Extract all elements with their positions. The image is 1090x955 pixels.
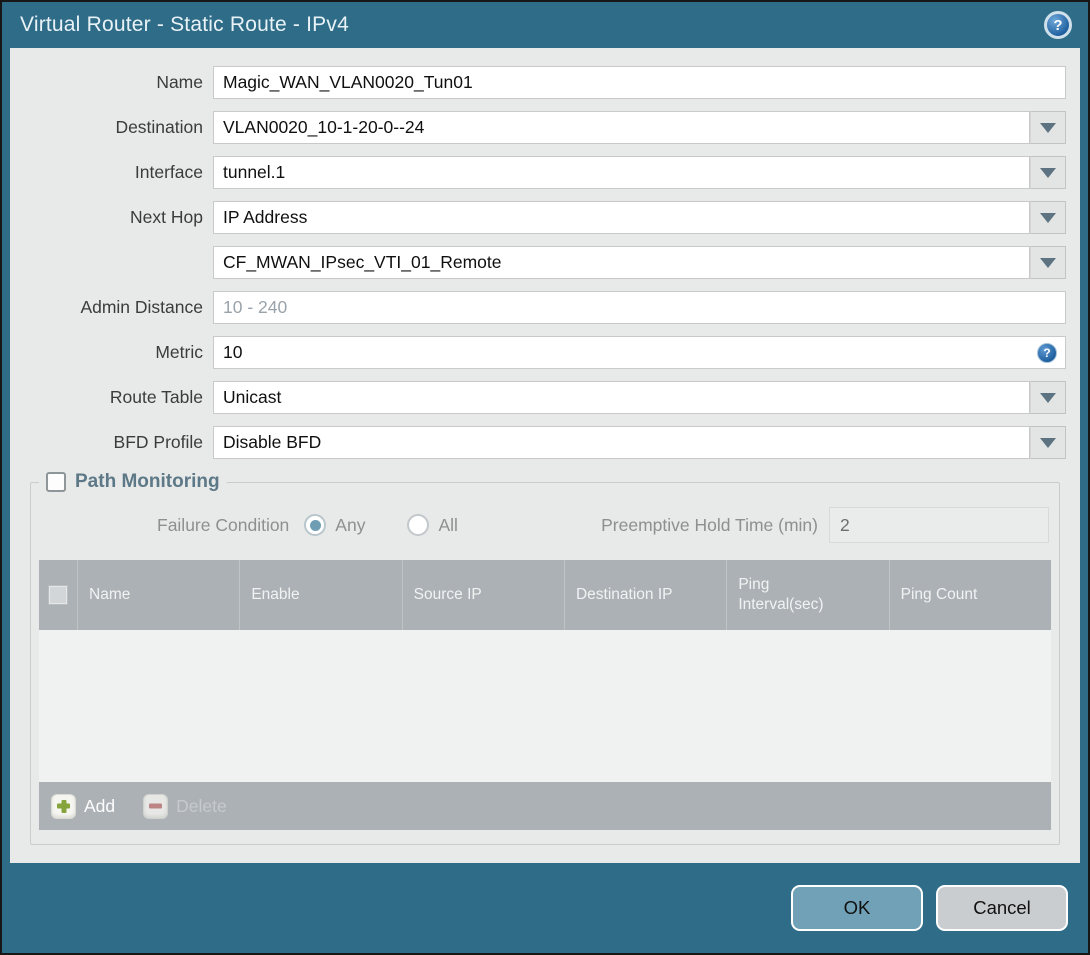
failure-condition-any-label: Any <box>335 514 366 535</box>
form-row-name: Name <box>10 66 1066 99</box>
column-header-enable: Enable <box>239 560 401 630</box>
metric-help-icon[interactable]: ? <box>1037 342 1057 363</box>
name-label: Name <box>156 72 203 92</box>
interface-label: Interface <box>134 162 203 182</box>
form-row-metric: Metric ? <box>10 336 1066 369</box>
table-body-empty <box>39 630 1051 782</box>
chevron-down-icon <box>1040 392 1056 403</box>
delete-button[interactable]: Delete <box>143 793 227 819</box>
form-row-next-hop-address <box>10 246 1066 279</box>
add-button[interactable]: Add <box>51 793 116 819</box>
destination-dropdown-button[interactable] <box>1030 111 1066 144</box>
path-monitoring-legend: Path Monitoring <box>39 471 227 493</box>
failure-condition-label: Failure Condition <box>157 514 290 535</box>
path-monitoring-title: Path Monitoring <box>75 471 220 492</box>
select-all-cell <box>39 560 77 630</box>
table-header-row: Name Enable Source IP Destination IP Pin… <box>39 560 1051 630</box>
failure-condition-all-label: All <box>438 514 458 535</box>
destination-input[interactable] <box>213 111 1030 144</box>
form-row-interface: Interface <box>10 156 1066 189</box>
chevron-down-icon <box>1040 212 1056 223</box>
title-bar: Virtual Router - Static Route - IPv4 ? <box>2 2 1088 48</box>
admin-distance-input[interactable] <box>213 291 1066 324</box>
next-hop-address-input[interactable] <box>213 246 1030 279</box>
name-input[interactable] <box>213 66 1066 99</box>
next-hop-type-input[interactable] <box>213 201 1030 234</box>
column-header-name: Name <box>77 560 239 630</box>
minus-icon <box>143 793 169 819</box>
column-header-ping-count: Ping Count <box>888 560 1051 630</box>
failure-condition-all-radio[interactable] <box>407 514 430 536</box>
column-header-source-ip: Source IP <box>401 560 564 630</box>
path-monitoring-section: Path Monitoring Failure Condition Any Al… <box>30 471 1060 845</box>
delete-button-label: Delete <box>176 795 227 816</box>
column-header-destination-ip: Destination IP <box>563 560 726 630</box>
ok-button[interactable]: OK <box>791 885 923 931</box>
preemptive-hold-time-label: Preemptive Hold Time (min) <box>601 514 818 535</box>
dialog-title: Virtual Router - Static Route - IPv4 <box>20 13 349 36</box>
dialog-window: Virtual Router - Static Route - IPv4 ? N… <box>0 0 1090 955</box>
next-hop-address-dropdown-button[interactable] <box>1030 246 1066 279</box>
failure-condition-any-radio[interactable] <box>304 514 327 536</box>
route-table-label: Route Table <box>109 387 203 407</box>
bfd-profile-label: BFD Profile <box>113 432 203 452</box>
preemptive-hold-time-input[interactable] <box>829 507 1049 543</box>
form-row-destination: Destination <box>10 111 1066 144</box>
path-monitoring-table: Name Enable Source IP Destination IP Pin… <box>39 560 1051 830</box>
form-row-next-hop: Next Hop <box>10 201 1066 234</box>
destination-label: Destination <box>115 117 203 137</box>
interface-dropdown-button[interactable] <box>1030 156 1066 189</box>
metric-label: Metric <box>155 342 203 362</box>
column-header-ping-interval: Ping Interval(sec) <box>726 560 888 630</box>
route-table-dropdown-button[interactable] <box>1030 381 1066 414</box>
cancel-button[interactable]: Cancel <box>936 885 1068 931</box>
dialog-body: Name Destination Interface <box>10 48 1080 863</box>
bfd-profile-input[interactable] <box>213 426 1030 459</box>
dialog-footer: OK Cancel <box>2 863 1088 953</box>
failure-condition-row: Failure Condition Any All Preemptive Hol… <box>39 507 1051 543</box>
chevron-down-icon <box>1040 167 1056 178</box>
next-hop-label: Next Hop <box>130 207 203 227</box>
chevron-down-icon <box>1040 437 1056 448</box>
interface-input[interactable] <box>213 156 1030 189</box>
chevron-down-icon <box>1040 122 1056 133</box>
help-icon[interactable]: ? <box>1044 11 1072 39</box>
admin-distance-label: Admin Distance <box>80 297 203 317</box>
select-all-checkbox[interactable] <box>48 585 68 605</box>
form-row-admin-distance: Admin Distance <box>10 291 1066 324</box>
route-table-input[interactable] <box>213 381 1030 414</box>
chevron-down-icon <box>1040 257 1056 268</box>
form-row-route-table: Route Table <box>10 381 1066 414</box>
bfd-profile-dropdown-button[interactable] <box>1030 426 1066 459</box>
plus-icon <box>51 793 76 819</box>
path-monitoring-checkbox[interactable] <box>46 472 66 492</box>
add-button-label: Add <box>84 795 116 816</box>
metric-input[interactable] <box>213 336 1066 369</box>
radio-dot <box>309 519 321 531</box>
form-row-bfd-profile: BFD Profile <box>10 426 1066 459</box>
next-hop-type-dropdown-button[interactable] <box>1030 201 1066 234</box>
table-footer-bar: Add Delete <box>39 782 1051 830</box>
